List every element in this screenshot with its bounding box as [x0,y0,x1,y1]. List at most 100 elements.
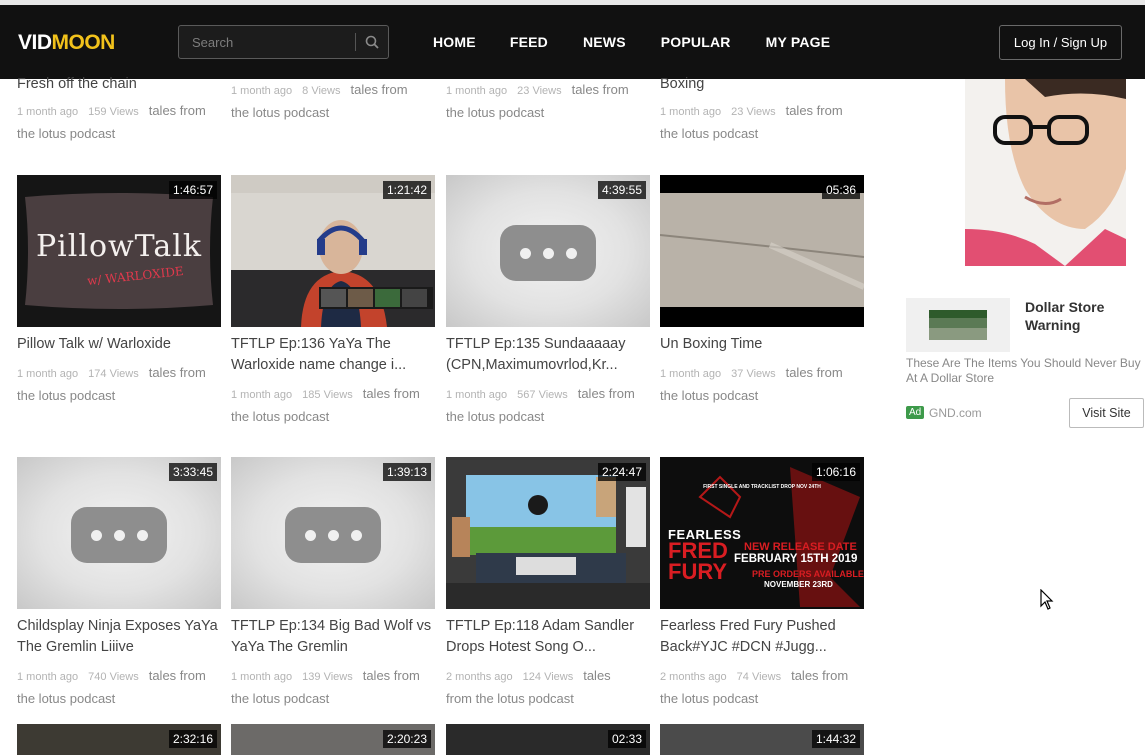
channel-link-cont[interactable]: the lotus podcast [446,105,544,120]
video-thumbnail[interactable]: 1:44:32 [660,724,864,755]
video-thumbnail[interactable]: 05:36 [660,175,864,327]
video-title[interactable]: TFTLP Ep:134 Big Bad Wolf vs YaYa The Gr… [231,616,435,658]
search-button[interactable] [356,26,388,58]
channel-link[interactable]: tales from [363,668,420,683]
video-thumbnail[interactable]: FIRST SINGLE AND TRACKLIST DROP NOV 24TH… [660,457,864,609]
video-thumbnail[interactable]: 2:32:16 [17,724,221,755]
channel-link[interactable]: tales from [149,668,206,683]
video-thumbnail[interactable]: 1:21:42 [231,175,435,327]
video-title[interactable]: Fearless Fred Fury Pushed Back#YJC #DCN … [660,616,864,658]
video-age: 1 month ago [231,85,293,97]
channel-link-cont[interactable]: from the lotus podcast [446,691,574,706]
channel-link[interactable]: tales from [572,82,629,97]
video-thumbnail[interactable]: 2:24:47 [446,457,650,609]
video-views: 8 Views [302,85,341,97]
channel-link[interactable]: tales from [149,103,206,118]
ad-thumbnail[interactable] [906,298,1010,352]
video-views: 159 Views [88,106,139,118]
site-logo[interactable]: VID MOON [18,31,115,54]
video-card[interactable]: 2:20:23 [231,724,435,755]
channel-link[interactable]: tales from [578,386,635,401]
site-header: VIDMOON HOME FEED NEWS POPULAR MY PAGE L… [0,5,1145,79]
video-thumbnail[interactable]: PillowTalk w/ WARLOXIDE 1:46:57 [17,175,221,327]
nav-news[interactable]: NEWS [583,34,626,50]
video-title[interactable]: TFTLP Ep:135 Sundaaaaay (CPN,Maximumovrl… [446,334,650,376]
video-duration: 05:36 [821,181,860,199]
placeholder-bubble-icon [500,225,596,281]
video-age: 1 month ago [17,671,79,683]
channel-link-cont[interactable]: the lotus podcast [660,126,758,141]
nav-feed[interactable]: FEED [510,34,548,50]
poster-name-3: FURY [668,559,728,584]
channel-link-cont[interactable]: the lotus podcast [17,126,115,141]
poster-release-label: NEW RELEASE DATE [744,541,857,553]
video-thumbnail[interactable]: 1:39:13 [231,457,435,609]
video-meta: 2 months ago 74 Views tales from the lotus… [660,665,864,710]
video-meta: 1 month ago 740 Views tales from the lotus… [17,665,221,710]
video-duration: 3:33:45 [168,463,217,481]
thumb-text: PillowTalk [35,229,203,264]
video-meta: 1 month ago 37 Views tales from the lotus … [660,362,864,407]
video-card[interactable]: 1:44:32 [660,724,864,755]
video-title[interactable]: Boxing [660,74,864,95]
video-thumbnail[interactable]: 2:20:23 [231,724,435,755]
video-age: 1 month ago [231,389,293,401]
channel-link[interactable]: tales from [363,386,420,401]
ad-description[interactable]: These Are The Items You Should Never Buy… [906,356,1142,386]
video-meta: 1 month ago 23 Views tales from the lotus … [446,79,650,124]
video-card[interactable]: 02:33 [446,724,650,755]
channel-link-cont[interactable]: the lotus podcast [660,388,758,403]
video-views: 740 Views [88,671,139,683]
login-signup-button[interactable]: Log In / Sign Up [999,25,1122,60]
video-meta: 2 months ago 124 Views tales from the lotu… [446,665,650,710]
channel-link[interactable]: tales from [350,82,407,97]
placeholder-bubble-icon [71,507,167,563]
ad-domain: GND.com [929,406,982,420]
video-title[interactable]: Childsplay Ninja Exposes YaYa The Gremli… [17,616,221,658]
channel-link[interactable]: tales from [149,365,206,380]
video-views: 567 Views [517,389,568,401]
video-duration: 1:46:57 [168,181,217,199]
channel-link-cont[interactable]: the lotus podcast [660,691,758,706]
poster-top-line: FIRST SINGLE AND TRACKLIST DROP NOV 24TH [703,484,821,490]
video-title[interactable]: Un Boxing Time [660,334,864,355]
video-meta: 1 month ago 159 Views tales from the lotus… [17,100,221,145]
video-duration: 1:06:16 [811,463,860,481]
video-duration: 02:33 [607,730,646,748]
video-views: 185 Views [302,389,353,401]
channel-link[interactable]: tales from [786,365,843,380]
channel-link-cont[interactable]: the lotus podcast [231,409,329,424]
channel-link[interactable]: tales from [786,103,843,118]
channel-link[interactable]: tales from [791,668,848,683]
channel-link-cont[interactable]: the lotus podcast [17,388,115,403]
video-thumbnail[interactable]: 3:33:45 [17,457,221,609]
ad-title[interactable]: Dollar Store Warning [1025,298,1135,334]
video-title[interactable]: Pillow Talk w/ Warloxide [17,334,221,355]
video-title[interactable]: TFTLP Ep:136 YaYa The Warloxide name cha… [231,334,435,376]
video-card[interactable]: 2:32:16 [17,724,221,755]
video-views: 124 Views [522,671,574,683]
channel-link-cont[interactable]: the lotus podcast [231,105,329,120]
poster-preorder: PRE ORDERS AVAILABLE [752,569,864,579]
video-duration: 1:39:13 [382,463,431,481]
placeholder-bubble-icon [285,507,381,563]
channel-link[interactable]: tales [583,668,610,683]
nav-my-page[interactable]: MY PAGE [766,34,831,50]
video-views: 23 Views [517,85,562,97]
channel-link-cont[interactable]: the lotus podcast [231,691,329,706]
main-nav: HOME FEED NEWS POPULAR MY PAGE [433,34,865,50]
video-title[interactable]: TFTLP Ep:118 Adam Sandler Drops Hotest S… [446,616,650,658]
video-age: 1 month ago [17,106,79,118]
channel-link-cont[interactable]: the lotus podcast [17,691,115,706]
nav-popular[interactable]: POPULAR [661,34,731,50]
visit-site-button[interactable]: Visit Site [1069,398,1144,428]
sidebar-ad-image[interactable] [965,79,1126,266]
video-thumbnail[interactable]: 4:39:55 [446,175,650,327]
channel-link-cont[interactable]: the lotus podcast [446,409,544,424]
video-views: 74 Views [736,671,782,683]
search-input[interactable] [179,26,355,58]
nav-home[interactable]: HOME [433,34,476,50]
video-title[interactable]: Fresh off the chain [17,74,221,95]
video-duration: 4:39:55 [597,181,646,199]
video-thumbnail[interactable]: 02:33 [446,724,650,755]
